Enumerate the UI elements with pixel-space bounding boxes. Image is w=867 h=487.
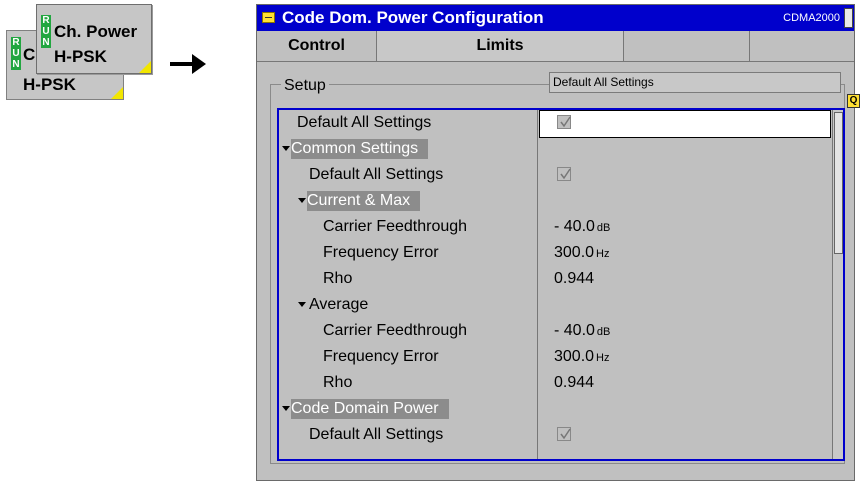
expand-triangle-icon[interactable]: [298, 198, 306, 203]
value-unit: dB: [596, 326, 611, 338]
section-label: Common Settings: [291, 139, 429, 159]
tab-empty-1[interactable]: [624, 31, 750, 61]
softkey-back-line2: H-PSK: [23, 75, 76, 94]
tab-empty-2[interactable]: [750, 31, 854, 61]
softkey-ch-power[interactable]: RUN Ch. Power H-PSK: [36, 4, 152, 74]
section-label: Average: [309, 296, 369, 313]
softkey-back-line1: C: [23, 45, 36, 64]
row-label: Carrier Feedthrough: [323, 322, 468, 339]
tab-control[interactable]: Control: [257, 31, 377, 61]
row-label: Rho: [323, 374, 353, 391]
value-number: 0.944: [554, 270, 595, 287]
row-value[interactable]: 300.0 Hz: [554, 240, 610, 267]
check-icon: [560, 168, 571, 180]
tab-limits[interactable]: Limits: [377, 31, 624, 61]
run-badge: RUN: [11, 37, 21, 70]
row-label: Carrier Feedthrough: [323, 218, 468, 235]
row-value[interactable]: 0.944: [554, 266, 594, 292]
row-label: Frequency Error: [323, 348, 439, 365]
system-menu-icon[interactable]: [262, 12, 275, 23]
softkey-corner-icon: [139, 61, 151, 73]
window-grip-icon[interactable]: [844, 8, 853, 28]
selected-value-box[interactable]: [539, 110, 831, 138]
softkey-front-line1: Ch. Power: [54, 22, 138, 41]
row-value[interactable]: - 40.0 dB: [554, 214, 610, 241]
expand-triangle-icon[interactable]: [282, 146, 290, 151]
tree-row[interactable]: Common Settings: [279, 136, 831, 162]
value-unit: dB: [596, 222, 611, 234]
row-label: Frequency Error: [323, 244, 439, 261]
value-number: - 40.0: [554, 218, 595, 235]
default-checkbox[interactable]: [557, 427, 571, 441]
softkey-corner-icon: [111, 87, 123, 99]
tree-row[interactable]: Default All Settings: [279, 162, 831, 188]
row-label: Default All Settings: [309, 426, 444, 443]
expand-triangle-icon[interactable]: [298, 302, 306, 307]
tab-bar: Control Limits: [257, 31, 854, 62]
scrollbar-thumb[interactable]: [834, 112, 843, 254]
tree-row[interactable]: Rho 0.944: [279, 370, 831, 396]
tree-row[interactable]: Average: [279, 292, 831, 318]
tree-row[interactable]: Rho 0.944: [279, 266, 831, 292]
default-checkbox[interactable]: [557, 167, 571, 181]
value-number: 0.944: [554, 374, 595, 391]
dialog-title: Code Dom. Power Configuration: [282, 8, 544, 27]
run-badge: RUN: [41, 15, 51, 48]
expand-triangle-icon[interactable]: [282, 406, 290, 411]
tree-row[interactable]: Default All Settings: [279, 422, 831, 448]
row-value[interactable]: 0.944: [554, 370, 594, 396]
softkey-front-line2: H-PSK: [54, 47, 107, 66]
value-number: 300.0: [554, 348, 595, 365]
title-bar: Code Dom. Power Configuration CDMA2000: [257, 5, 854, 31]
section-label: Current & Max: [307, 191, 421, 211]
arrow-right-icon: [170, 54, 206, 74]
tree-row[interactable]: Code Domain Power: [279, 396, 831, 422]
tree-row[interactable]: Carrier Feedthrough - 40.0 dB: [279, 318, 831, 344]
setup-label: Setup: [281, 77, 329, 95]
value-unit: Hz: [596, 352, 610, 364]
row-label: Rho: [323, 270, 353, 287]
tree-row[interactable]: Frequency Error 300.0 Hz: [279, 344, 831, 370]
settings-tree: Default All Settings Common Settings Def…: [277, 108, 845, 461]
check-icon: [560, 428, 571, 440]
value-number: 300.0: [554, 244, 595, 261]
check-icon: [560, 116, 571, 128]
tree-row[interactable]: Carrier Feedthrough - 40.0 dB: [279, 214, 831, 240]
default-checkbox[interactable]: [557, 115, 571, 129]
row-value[interactable]: - 40.0 dB: [554, 318, 610, 345]
mode-label: CDMA2000: [783, 12, 840, 24]
row-label: Default All Settings: [297, 114, 432, 131]
query-icon[interactable]: Q: [847, 94, 860, 108]
value-number: - 40.0: [554, 322, 595, 339]
tree-row[interactable]: Frequency Error 300.0 Hz: [279, 240, 831, 266]
vertical-scrollbar[interactable]: [832, 110, 843, 459]
row-label: Default All Settings: [309, 166, 444, 183]
default-all-settings-field[interactable]: Default All Settings: [549, 72, 841, 93]
tree-row[interactable]: Current & Max: [279, 188, 831, 214]
tree-row[interactable]: Default All Settings: [279, 110, 831, 138]
config-dialog: Code Dom. Power Configuration CDMA2000 C…: [256, 4, 860, 481]
row-value[interactable]: 300.0 Hz: [554, 344, 610, 371]
value-unit: Hz: [596, 248, 610, 260]
section-label: Code Domain Power: [291, 399, 449, 419]
